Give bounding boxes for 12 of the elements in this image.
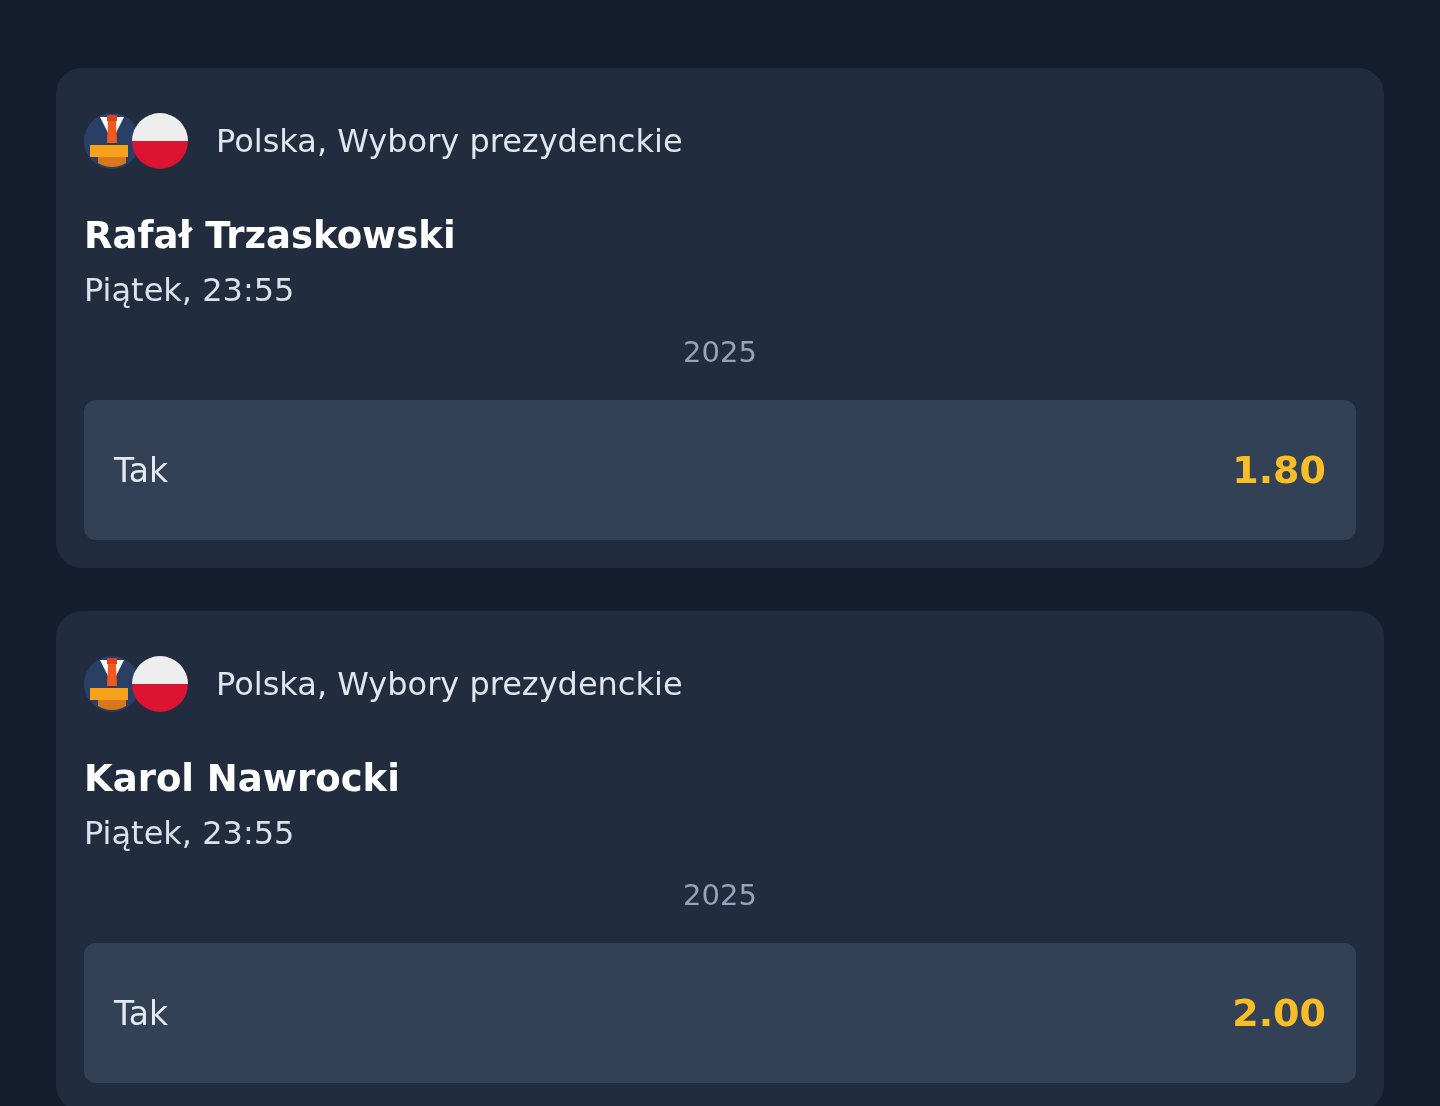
event-time: Piątek, 23:55 — [84, 270, 296, 311]
event-time: Piątek, 23:55 — [84, 813, 296, 854]
odds-button[interactable]: Tak 1.80 — [84, 400, 1356, 540]
market-year: 2025 — [682, 877, 758, 914]
odds-button[interactable]: Tak 2.00 — [84, 943, 1356, 1083]
poland-flag-icon — [132, 113, 188, 169]
candidate-name: Karol Nawrocki — [84, 756, 401, 802]
candidate-name: Rafał Trzaskowski — [84, 213, 457, 259]
poland-flag-icon — [132, 656, 188, 712]
market-year: 2025 — [682, 334, 758, 371]
event-category: Polska, Wybory prezydenckie — [216, 665, 683, 703]
event-category: Polska, Wybory prezydenckie — [216, 122, 683, 160]
